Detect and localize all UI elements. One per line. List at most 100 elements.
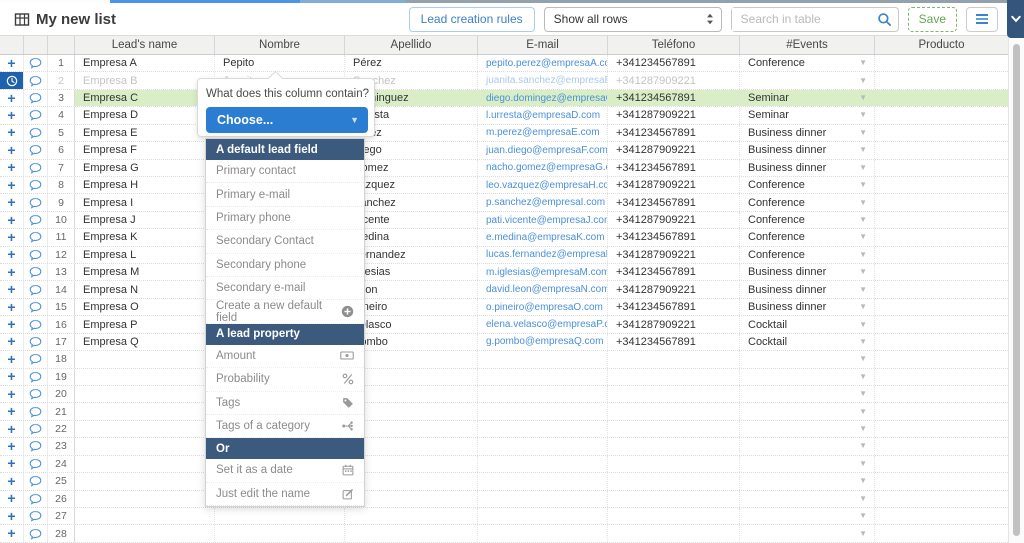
cell-email[interactable]: elena.velasco@empresaP.com <box>478 316 608 333</box>
comment-button[interactable] <box>24 124 48 142</box>
cell-email[interactable] <box>478 455 608 473</box>
cell-lead-name[interactable]: Empresa B <box>75 72 215 89</box>
cell-producto[interactable] <box>875 177 1008 193</box>
cell-events-dropdown[interactable]: ▼ <box>740 490 875 507</box>
cell-producto[interactable] <box>875 473 1008 489</box>
menu-item-secondary-contact[interactable]: Secondary Contact <box>206 230 364 254</box>
comment-button[interactable] <box>24 368 48 386</box>
comment-button[interactable] <box>24 264 48 281</box>
column-header-nombre[interactable]: Nombre <box>215 36 345 54</box>
cell-events-dropdown[interactable]: Business dinner ▼ <box>740 281 875 298</box>
add-lead-button[interactable]: + <box>0 316 24 333</box>
cell-telefono[interactable] <box>608 386 740 403</box>
cell-telefono[interactable]: +341234567891 <box>608 229 740 246</box>
cell-lead-name[interactable]: Empresa G <box>75 159 215 176</box>
rows-filter-select[interactable]: Show all rows <box>543 6 722 32</box>
menu-item-create-a-new-default-field[interactable]: Create a new default field <box>206 300 364 324</box>
add-lead-button[interactable]: + <box>0 386 24 403</box>
cell-producto[interactable] <box>875 508 1008 524</box>
cell-telefono[interactable] <box>608 525 740 542</box>
cell-nombre[interactable] <box>215 507 345 525</box>
comment-button[interactable] <box>24 473 48 490</box>
comment-button[interactable] <box>24 176 48 194</box>
cell-lead-name[interactable]: Empresa Q <box>75 333 215 351</box>
cell-events-dropdown[interactable]: Business dinner ▼ <box>740 142 875 159</box>
add-lead-button[interactable]: + <box>0 281 24 298</box>
cell-events-dropdown[interactable]: ▼ <box>740 386 875 403</box>
comment-button[interactable] <box>24 507 48 525</box>
cell-lead-name[interactable]: Empresa M <box>75 264 215 281</box>
add-lead-button[interactable]: + <box>0 124 24 142</box>
add-lead-button[interactable]: + <box>0 403 24 420</box>
cell-email[interactable]: nacho.gomez@empresaG.com <box>478 159 608 176</box>
comment-button[interactable] <box>24 351 48 368</box>
cell-email[interactable]: g.pombo@empresaQ.com <box>478 333 608 351</box>
cell-telefono[interactable]: +341287909221 <box>608 107 740 124</box>
cell-email[interactable]: diego.domingez@empresaC... <box>478 89 608 107</box>
cell-lead-name[interactable]: Empresa D <box>75 107 215 124</box>
collapse-panel-tab[interactable] <box>1007 0 1024 38</box>
add-lead-button[interactable]: + <box>0 211 24 229</box>
cell-events-dropdown[interactable]: Seminar ▼ <box>740 89 875 107</box>
cell-events-dropdown[interactable]: ▼ <box>740 438 875 455</box>
menu-item-primary-e-mail[interactable]: Primary e-mail <box>206 183 364 207</box>
cell-producto[interactable] <box>875 421 1008 437</box>
comment-button[interactable] <box>24 490 48 507</box>
cell-lead-name[interactable]: Empresa N <box>75 281 215 298</box>
cell-producto[interactable] <box>875 351 1008 367</box>
cell-telefono[interactable] <box>608 368 740 386</box>
cell-apellido[interactable] <box>345 525 478 542</box>
cell-email[interactable] <box>478 386 608 403</box>
add-lead-button[interactable]: + <box>0 89 24 107</box>
cell-lead-name[interactable]: Empresa A <box>75 55 215 72</box>
cell-producto[interactable] <box>875 247 1008 263</box>
cell-producto[interactable] <box>875 229 1008 245</box>
cell-producto[interactable] <box>875 264 1008 280</box>
cell-telefono[interactable]: +341234567891 <box>608 89 740 107</box>
cell-lead-name[interactable] <box>75 490 215 507</box>
cell-producto[interactable] <box>875 456 1008 472</box>
comment-button[interactable] <box>24 246 48 264</box>
vertical-scrollbar[interactable] <box>1008 38 1024 543</box>
cell-lead-name[interactable] <box>75 351 215 368</box>
menu-item-just-edit-the-name[interactable]: Just edit the name <box>206 482 364 507</box>
cell-producto[interactable] <box>875 89 1008 107</box>
cell-telefono[interactable]: +341287909221 <box>608 176 740 194</box>
cell-telefono[interactable]: +341287909221 <box>608 281 740 298</box>
cell-telefono[interactable]: +341234567891 <box>608 194 740 211</box>
cell-telefono[interactable]: +341234567891 <box>608 55 740 72</box>
cell-producto[interactable] <box>875 107 1008 123</box>
cell-producto[interactable] <box>875 194 1008 210</box>
cell-lead-name[interactable] <box>75 455 215 473</box>
cell-events-dropdown[interactable]: ▼ <box>740 403 875 420</box>
add-lead-button[interactable]: + <box>0 525 24 542</box>
cell-events-dropdown[interactable]: Business dinner ▼ <box>740 159 875 176</box>
comment-button[interactable] <box>24 107 48 124</box>
add-lead-button[interactable]: + <box>0 298 24 316</box>
cell-email[interactable] <box>478 525 608 542</box>
cell-lead-name[interactable]: Empresa L <box>75 246 215 264</box>
search-input[interactable] <box>731 7 872 31</box>
cell-producto[interactable] <box>875 525 1008 541</box>
cell-producto[interactable] <box>875 334 1008 350</box>
cell-telefono[interactable] <box>608 490 740 507</box>
cell-producto[interactable] <box>875 55 1008 71</box>
cell-producto[interactable] <box>875 491 1008 507</box>
column-header-apellido[interactable]: Apellido <box>345 36 478 54</box>
cell-lead-name[interactable]: Empresa J <box>75 211 215 229</box>
cell-telefono[interactable]: +341234567891 <box>608 124 740 142</box>
cell-lead-name[interactable]: Empresa H <box>75 176 215 194</box>
comment-button[interactable] <box>24 403 48 420</box>
cell-email[interactable] <box>478 420 608 438</box>
column-header-events[interactable]: #Events <box>740 36 875 54</box>
add-lead-button[interactable]: + <box>0 333 24 351</box>
add-lead-button[interactable]: + <box>0 490 24 507</box>
cell-events-dropdown[interactable]: Business dinner ▼ <box>740 298 875 316</box>
menu-item-tags[interactable]: Tags <box>206 391 364 415</box>
menu-item-primary-phone[interactable]: Primary phone <box>206 206 364 231</box>
cell-events-dropdown[interactable]: Conference ▼ <box>740 194 875 211</box>
add-lead-button[interactable]: + <box>0 246 24 264</box>
cell-lead-name[interactable]: Empresa F <box>75 142 215 159</box>
cell-telefono[interactable] <box>608 351 740 368</box>
cell-events-dropdown[interactable]: ▼ <box>740 525 875 542</box>
